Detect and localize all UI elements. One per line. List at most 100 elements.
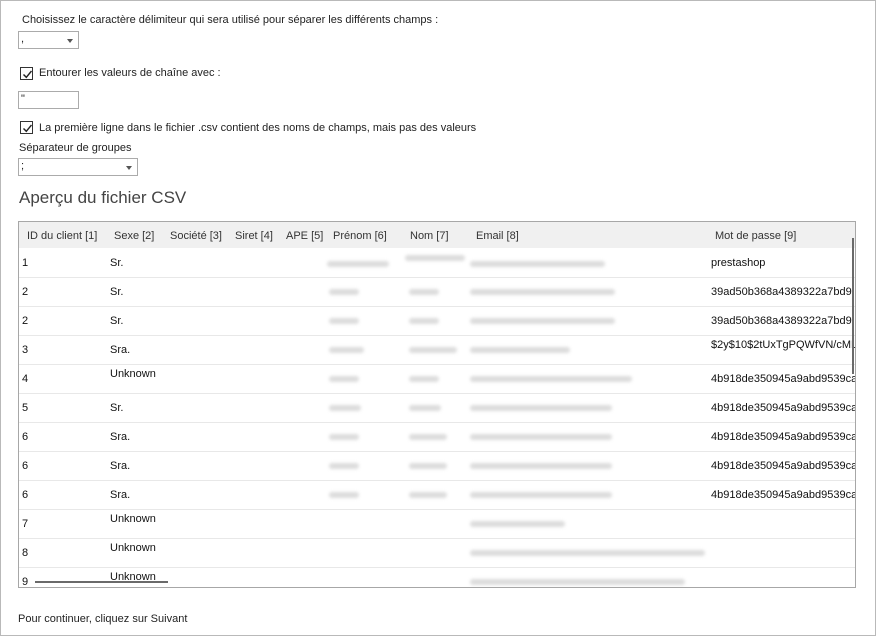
redacted-email [470, 492, 612, 498]
redacted-nom [409, 492, 447, 498]
table-row: 7 Unknown [19, 509, 855, 539]
column-header[interactable]: Mot de passe [9] [715, 230, 796, 242]
column-header[interactable]: Sexe [2] [114, 230, 154, 242]
chevron-down-icon [67, 39, 73, 43]
redacted-nom [409, 318, 439, 324]
table-row: 6 Sra. 4b918de350945a9abd9539ca [19, 480, 855, 510]
redacted-prenom [329, 405, 361, 411]
table-row: 1 Sr. prestashop [19, 248, 855, 278]
header-row-label: La première ligne dans le fichier .csv c… [39, 122, 477, 134]
cell-sexe: Sra. [110, 460, 131, 472]
redacted-prenom [329, 492, 359, 498]
redacted-email [470, 376, 632, 382]
delimiter-select[interactable]: , [18, 31, 79, 49]
chevron-down-icon [126, 166, 132, 170]
redacted-nom [409, 405, 441, 411]
cell-id: 9 [22, 576, 29, 588]
redacted-prenom [329, 318, 359, 324]
redacted-email [470, 289, 615, 295]
cell-id: 6 [22, 460, 29, 472]
redacted-nom [409, 463, 447, 469]
redacted-email [470, 347, 570, 353]
cell-sexe: Sr. [110, 315, 124, 327]
cell-password: 4b918de350945a9abd9539ca [711, 431, 856, 443]
cell-id: 6 [22, 489, 29, 501]
table-row: 3 Sra. $2y$10$2tUxTgPQWfVN/cML [19, 335, 855, 365]
cell-sexe: Unknown [110, 368, 156, 380]
cell-id: 6 [22, 431, 29, 443]
cell-id: 2 [22, 286, 29, 298]
redacted-email [470, 405, 612, 411]
quote-input[interactable]: " [18, 91, 79, 109]
table-row: 5 Sr. 4b918de350945a9abd9539ca [19, 393, 855, 423]
cell-id: 1 [22, 257, 29, 269]
redacted-email [470, 521, 565, 527]
cell-password: prestashop [711, 257, 766, 269]
cell-sexe: Sr. [110, 402, 124, 414]
delimiter-value: , [21, 33, 25, 45]
grid-header: ID du client [1] Sexe [2] Société [3] Si… [19, 222, 855, 248]
cell-sexe: Sr. [110, 257, 124, 269]
redacted-prenom [327, 261, 389, 267]
group-separator-select[interactable]: ; [18, 158, 138, 176]
cell-sexe: Sra. [110, 489, 131, 501]
header-row-checkbox[interactable] [20, 121, 33, 134]
redacted-nom [405, 255, 465, 261]
quote-checkbox[interactable] [20, 67, 33, 80]
table-row: 6 Sra. 4b918de350945a9abd9539ca [19, 451, 855, 481]
cell-sexe: Sra. [110, 344, 131, 356]
group-separator-label: Séparateur de groupes [19, 142, 132, 154]
cell-sexe: Unknown [110, 542, 156, 554]
redacted-email [470, 463, 612, 469]
horizontal-scrollbar[interactable] [35, 581, 168, 583]
redacted-email [470, 434, 612, 440]
preview-title: Aperçu du fichier CSV [19, 188, 187, 207]
table-row: 6 Sra. 4b918de350945a9abd9539ca [19, 422, 855, 452]
redacted-prenom [329, 434, 359, 440]
redacted-nom [409, 289, 439, 295]
cell-id: 2 [22, 315, 29, 327]
cell-password: 39ad50b368a4389322a7bd9 [711, 286, 852, 298]
footer-hint: Pour continuer, cliquez sur Suivant [18, 613, 188, 625]
cell-sexe: Sr. [110, 286, 124, 298]
redacted-nom [409, 347, 457, 353]
column-header[interactable]: Nom [7] [410, 230, 449, 242]
redacted-nom [409, 376, 439, 382]
table-row: 9 Unknown [19, 567, 855, 588]
redacted-email [470, 261, 605, 267]
table-row: 2 Sr. 39ad50b368a4389322a7bd9 [19, 306, 855, 336]
cell-id: 7 [22, 518, 29, 530]
redacted-email [470, 550, 705, 556]
redacted-nom [409, 434, 447, 440]
quote-label: Entourer les valeurs de chaîne avec : [39, 67, 221, 79]
column-header[interactable]: Prénom [6] [333, 230, 387, 242]
table-row: 4 Unknown 4b918de350945a9abd9539ca [19, 364, 855, 394]
column-header[interactable]: Société [3] [170, 230, 222, 242]
cell-password: 4b918de350945a9abd9539ca [711, 402, 856, 414]
redacted-prenom [329, 463, 359, 469]
column-header[interactable]: ID du client [1] [27, 230, 97, 242]
column-header[interactable]: APE [5] [286, 230, 323, 242]
cell-password: 4b918de350945a9abd9539ca [711, 460, 856, 472]
column-header[interactable]: Email [8] [476, 230, 519, 242]
column-header[interactable]: Siret [4] [235, 230, 273, 242]
redacted-email [470, 318, 615, 324]
cell-id: 4 [22, 373, 29, 385]
cell-sexe: Unknown [110, 513, 156, 525]
vertical-scrollbar[interactable] [852, 238, 854, 374]
delimiter-label: Choisissez le caractère délimiteur qui s… [22, 14, 439, 26]
cell-id: 8 [22, 547, 29, 559]
cell-id: 5 [22, 402, 29, 414]
table-row: 2 Sr. 39ad50b368a4389322a7bd9 [19, 277, 855, 307]
redacted-prenom [329, 376, 359, 382]
csv-preview-grid[interactable]: ID du client [1] Sexe [2] Société [3] Si… [18, 221, 856, 588]
redacted-prenom [329, 347, 364, 353]
checkmark-icon [23, 124, 33, 133]
cell-sexe: Sra. [110, 431, 131, 443]
redacted-prenom [329, 289, 359, 295]
group-separator-value: ; [21, 160, 25, 172]
cell-password: 4b918de350945a9abd9539ca [711, 373, 856, 385]
quote-value: " [21, 93, 25, 105]
cell-password: $2y$10$2tUxTgPQWfVN/cML [711, 339, 856, 351]
cell-password: 4b918de350945a9abd9539ca [711, 489, 856, 501]
